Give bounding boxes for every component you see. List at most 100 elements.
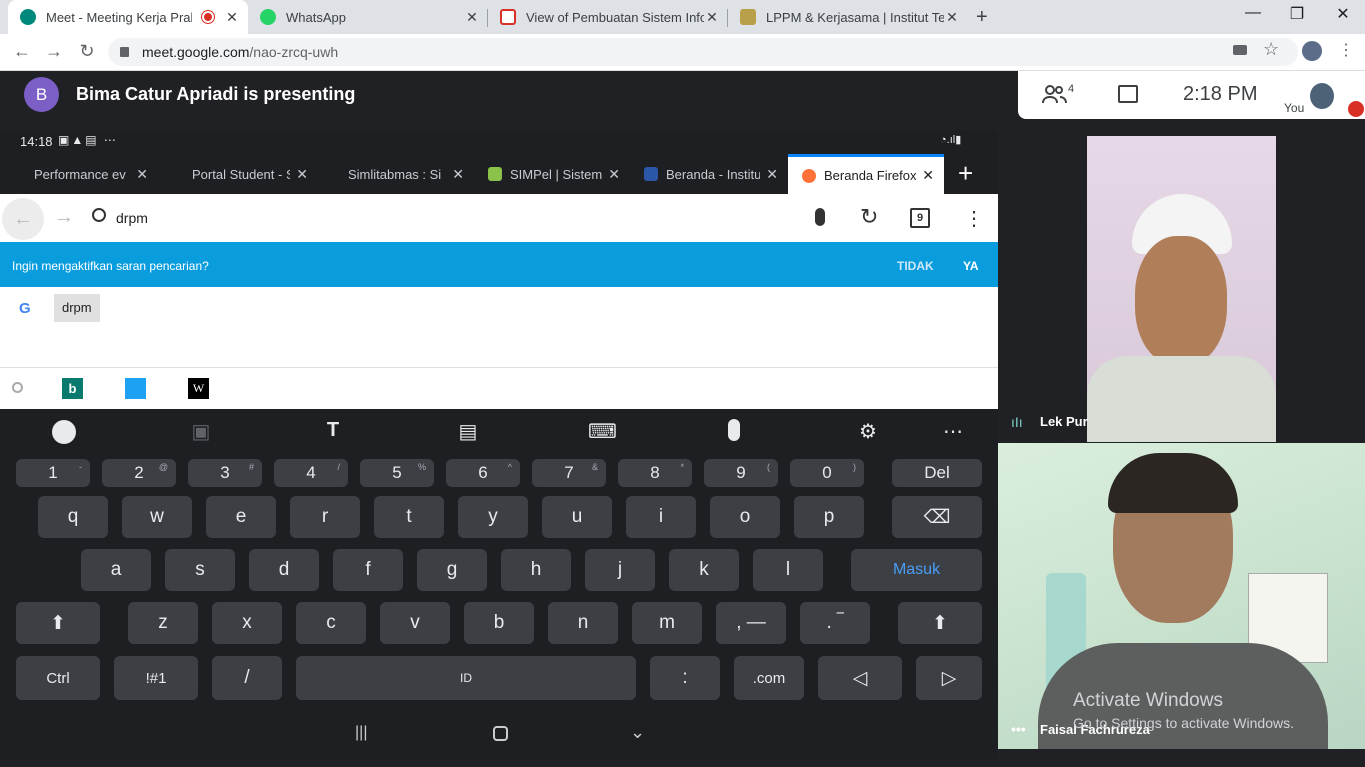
firefox-tab[interactable]: Simlitabmas : Si ✕ [334,154,474,194]
firefox-tab[interactable]: SIMPel | Sistem ✕ [474,154,630,194]
number-key[interactable]: 3 # [188,459,262,487]
keyboard-settings-icon[interactable]: ⚙ [855,419,881,445]
backspace-key[interactable]: ⌫ [892,496,982,538]
more-options-icon[interactable]: ⋯ [940,419,966,445]
tab-meet[interactable]: Meet - Meeting Kerja Praktek ✕ [8,0,248,34]
tab-whatsapp[interactable]: WhatsApp ✕ [248,0,488,34]
sticker-icon[interactable]: ▣ [188,419,214,445]
close-tab-icon[interactable]: ✕ [608,166,620,183]
letter-key[interactable]: x [212,602,282,644]
colon-key[interactable]: : [650,656,720,700]
new-tab-button[interactable]: + [976,6,988,29]
tab-lppm[interactable]: LPPM & Kerjasama | Institut Tekn ✕ [728,0,968,34]
shift-key-right[interactable]: ⬆ [898,602,982,644]
letter-key[interactable]: k [669,549,739,591]
reload-icon[interactable]: ↻ [75,41,99,62]
twitter-icon[interactable] [125,378,146,399]
close-tab-icon[interactable]: ✕ [136,166,148,183]
letter-key[interactable]: o [710,496,780,538]
self-avatar[interactable] [1310,83,1334,109]
more-options-icon[interactable]: ••• [1011,721,1026,737]
letter-key[interactable]: s [165,549,235,591]
firefox-menu-icon[interactable]: ⋮ [964,206,984,231]
letter-key[interactable]: g [417,549,487,591]
letter-key[interactable]: d [249,549,319,591]
number-key[interactable]: 9( [704,459,778,487]
letter-key[interactable]: r [290,496,360,538]
letter-key[interactable]: y [458,496,528,538]
number-key[interactable]: 8 * [618,459,692,487]
letter-key[interactable]: u [542,496,612,538]
close-tab-icon[interactable]: ✕ [464,9,480,26]
letter-key[interactable]: z [128,602,198,644]
letter-key[interactable]: a [81,549,151,591]
number-key[interactable]: 4/ [274,459,348,487]
close-tab-icon[interactable]: ✕ [452,166,464,183]
recents-icon[interactable]: ||| [355,724,367,742]
emoji-icon[interactable] [52,420,76,444]
dotcom-key[interactable]: .com [734,656,804,700]
decline-button[interactable]: TIDAK [897,259,934,273]
letter-key[interactable]: b [464,602,534,644]
wikipedia-icon[interactable]: W [188,378,209,399]
symbols-key[interactable]: !#1 [114,656,198,700]
letter-key[interactable]: q [38,496,108,538]
close-tab-icon[interactable]: ✕ [944,9,960,26]
voice-input-icon[interactable] [728,419,740,441]
keyboard-layout-icon[interactable]: ⌨ [588,419,617,445]
close-tab-icon[interactable]: ✕ [296,166,308,183]
lock-icon[interactable] [120,47,129,57]
ctrl-key[interactable]: Ctrl [16,656,100,700]
close-tab-icon[interactable]: ✕ [224,9,240,26]
new-tab-icon[interactable]: + [958,158,973,189]
home-icon[interactable] [493,726,508,741]
menu-dots-icon[interactable]: ⋮ [1338,40,1354,60]
close-tab-icon[interactable]: ✕ [704,9,720,26]
profile-avatar[interactable] [1302,41,1322,61]
letter-key[interactable]: e [206,496,276,538]
accept-button[interactable]: YA [963,259,979,273]
text-style-icon[interactable]: T [320,419,346,445]
letter-key[interactable]: n [548,602,618,644]
letter-key[interactable]: h [501,549,571,591]
number-key[interactable]: 0) [790,459,864,487]
reload-icon[interactable]: ↻ [860,204,878,230]
letter-key[interactable]: w [122,496,192,538]
letter-key[interactable]: t [374,496,444,538]
suggestion-chip[interactable]: drpm [54,294,100,322]
number-key[interactable]: 1- [16,459,90,487]
letter-key[interactable]: l [753,549,823,591]
restore-button[interactable]: ❐ [1282,4,1312,24]
letter-key[interactable]: p [794,496,864,538]
chat-icon[interactable] [1118,85,1138,103]
space-key[interactable]: ID [296,656,636,700]
camera-icon[interactable] [1233,45,1247,55]
microphone-icon[interactable] [815,208,825,226]
forward-icon[interactable]: → [54,206,74,229]
letter-key[interactable]: j [585,549,655,591]
hide-keyboard-icon[interactable]: ⌄ [630,722,645,743]
clipboard-icon[interactable]: ▤ [455,419,481,445]
shift-key-left[interactable]: ⬆ [16,602,100,644]
close-tab-icon[interactable]: ✕ [766,166,778,183]
close-window-button[interactable]: ✕ [1328,4,1358,24]
bookmark-star-icon[interactable]: ☆ [1263,39,1279,60]
minimize-button[interactable]: — [1238,4,1268,22]
comma-key[interactable]: , — [716,602,786,644]
letter-key[interactable]: c [296,602,366,644]
letter-key[interactable]: v [380,602,450,644]
number-key[interactable]: 5% [360,459,434,487]
firefox-tab[interactable]: Portal Student - S ✕ [178,154,318,194]
tab-counter[interactable]: 9 [910,208,930,228]
address-bar[interactable]: meet.google.com/nao-zrcq-uwh [108,38,1298,66]
delete-key[interactable]: Del [892,459,982,487]
cursor-left-key[interactable]: ◁ [818,656,902,700]
search-input[interactable]: drpm [116,210,148,226]
period-key[interactable]: . ‾ [800,602,870,644]
back-icon[interactable]: ← [10,41,34,62]
letter-key[interactable]: m [632,602,702,644]
number-key[interactable]: 2 @ [102,459,176,487]
forward-icon[interactable]: → [42,41,66,62]
bing-icon[interactable]: b [62,378,83,399]
cursor-right-key[interactable]: ▷ [916,656,982,700]
